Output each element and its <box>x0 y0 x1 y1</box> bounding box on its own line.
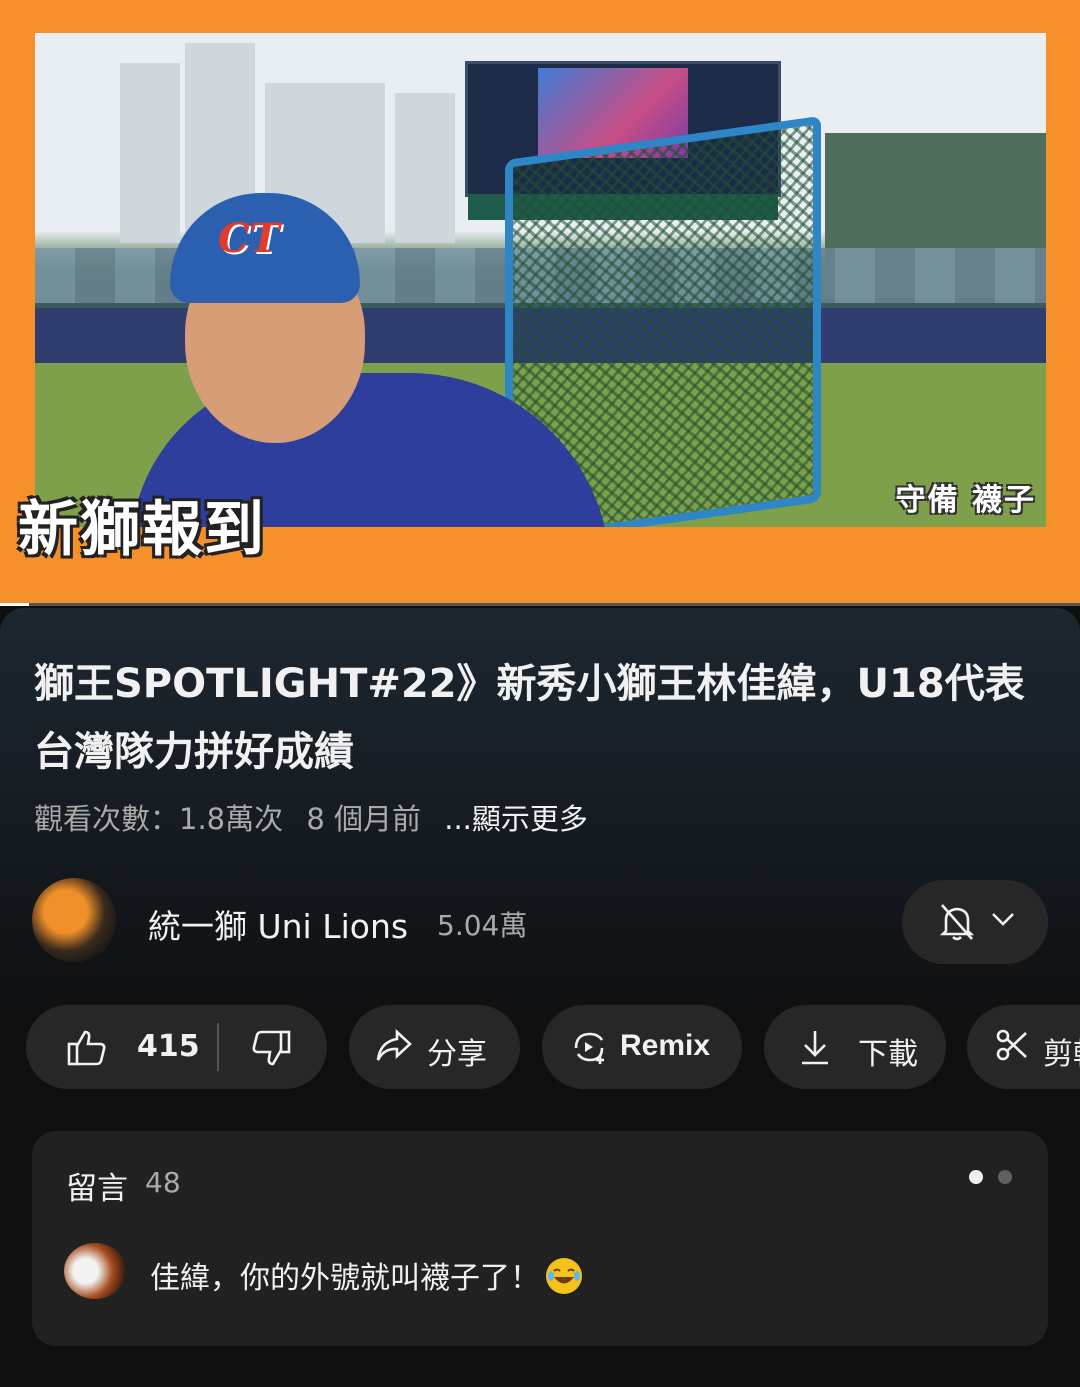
like-dislike-button: 415 <box>26 1005 327 1089</box>
video-player[interactable]: CT 守備 襪子 新獅報到 <box>0 0 1080 606</box>
chevron-down-icon <box>992 913 1014 926</box>
comments-heading: 留言 <box>66 1171 128 1207</box>
video-progress-bar[interactable] <box>0 603 1080 606</box>
top-comment: 佳緯，你的外號就叫襪子了！ <box>150 1253 582 1297</box>
like-count: 415 <box>137 1029 200 1064</box>
face-with-tears-of-joy-icon <box>546 1258 582 1294</box>
comments-card[interactable]: 留言 48 佳緯，你的外號就叫襪子了！ <box>32 1131 1048 1346</box>
subscriber-count: 5.04萬 <box>437 909 528 942</box>
action-bar: 415 分享 Remix 下載 剪 <box>26 1005 1080 1089</box>
channel-name[interactable]: 統一獅 Uni Lions <box>148 900 408 948</box>
video-caption: 守備 襪子 <box>895 483 1036 518</box>
like-divider <box>217 1023 219 1071</box>
channel-row: 統一獅 Uni Lions 5.04萬 <box>32 878 1048 964</box>
remix-icon <box>574 1032 604 1064</box>
scissors-icon <box>996 1029 1027 1061</box>
share-button[interactable]: 分享 <box>349 1005 520 1089</box>
share-label: 分享 <box>427 1037 487 1072</box>
thumbs-down-icon[interactable] <box>250 1028 292 1068</box>
video-progress-fill <box>0 603 30 606</box>
subscribed-notifications-button[interactable] <box>902 880 1048 964</box>
top-comment-text: 佳緯，你的外號就叫襪子了！ <box>150 1261 540 1296</box>
remix-label: Remix <box>620 1029 711 1062</box>
remix-button[interactable]: Remix <box>542 1005 742 1089</box>
baseball-player: CT <box>130 113 620 527</box>
download-icon <box>802 1031 828 1065</box>
clip-button[interactable]: 剪輯 <box>967 1005 1080 1089</box>
view-count: 觀看次數：1.8萬次 <box>34 802 284 836</box>
channel-avatar[interactable] <box>32 878 116 962</box>
video-frame: CT 守備 襪子 <box>35 33 1046 527</box>
download-label: 下載 <box>858 1037 918 1072</box>
cap-logo: CT <box>218 215 280 262</box>
show-more-link[interactable]: ...顯示更多 <box>444 802 588 836</box>
carousel-dots <box>959 1169 1012 1188</box>
download-button[interactable]: 下載 <box>764 1005 946 1089</box>
thumbs-up-icon[interactable] <box>66 1028 108 1068</box>
bell-off-icon <box>939 904 975 941</box>
upload-age: 8 個月前 <box>306 802 422 836</box>
carousel-dot-active <box>968 1170 983 1184</box>
share-icon <box>376 1029 412 1061</box>
clip-label: 剪輯 <box>1043 1037 1080 1072</box>
commenter-avatar <box>64 1243 126 1299</box>
carousel-dot <box>998 1170 1012 1184</box>
video-meta[interactable]: 觀看次數：1.8萬次 8 個月前 ...顯示更多 <box>34 796 602 838</box>
comments-count: 48 <box>145 1166 181 1199</box>
video-title[interactable]: 獅王SPOTLIGHT#22》新秀小獅王林佳緯，U18代表台灣隊力拼好成績 <box>34 650 1054 786</box>
video-banner: 新獅報到 <box>18 495 266 565</box>
